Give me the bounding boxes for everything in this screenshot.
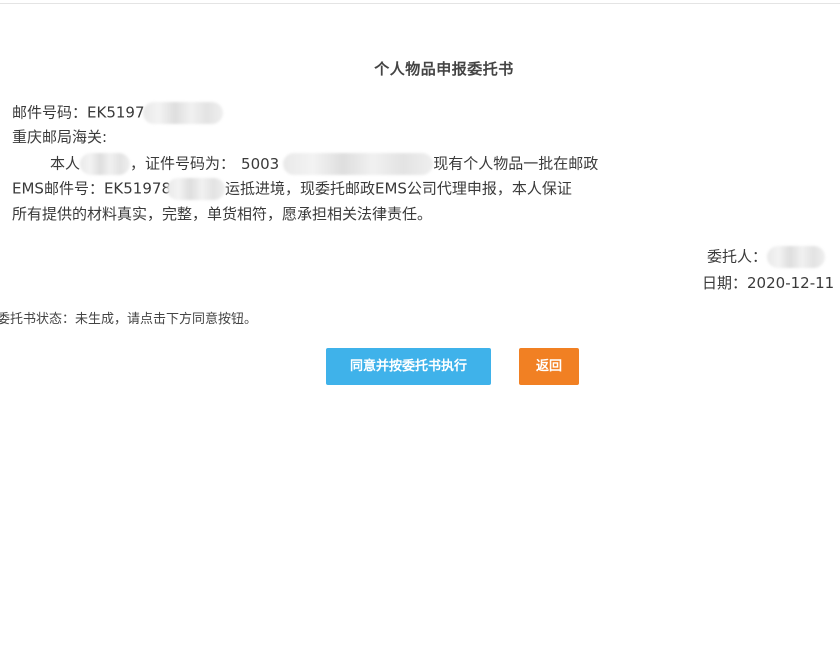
id-number-value: 5003 — [241, 154, 280, 173]
ems-number-label: EMS邮件号： — [12, 179, 104, 198]
redacted-mail-number — [142, 102, 223, 124]
principal-label: 委托人： — [707, 247, 768, 266]
date-value: 2020-12-11 — [747, 274, 835, 292]
page-title: 个人物品申报委托书 — [374, 60, 514, 78]
date-label: 日期： — [702, 274, 748, 292]
body-self-label: 本人 — [50, 154, 81, 173]
body-line-1: 本人 ，证件号码为： 5003 现有个人物品一批在邮政 — [50, 153, 598, 175]
id-label: ，证件号码为： — [130, 154, 236, 173]
mail-number-label: 邮件号码： — [12, 103, 88, 122]
body-line-3: 所有提供的材料真实，完整，单货相符，愿承担相关法律责任。 — [12, 205, 433, 223]
body-line-2-end: 运抵进境，现委托邮政EMS公司代理申报，本人保证 — [224, 179, 572, 198]
agree-button[interactable]: 同意并按委托书执行 — [326, 348, 491, 385]
ems-number-value: EK51978 — [103, 179, 171, 198]
redacted-name — [80, 153, 131, 175]
body-line-2: EMS邮件号：EK51978 运抵进境，现委托邮政EMS公司代理申报，本人保证 — [12, 178, 572, 200]
mail-number-line: 邮件号码：EK5197 — [12, 102, 223, 124]
addressee: 重庆邮局海关: — [12, 128, 108, 146]
date-line: 日期：2020-12-11 — [702, 273, 834, 293]
status-text: 委托书状态：未生成，请点击下方同意按钮。 — [0, 312, 258, 327]
redacted-id-number — [283, 153, 434, 175]
back-button[interactable]: 返回 — [519, 348, 579, 385]
redacted-principal-name — [767, 246, 826, 268]
principal-line: 委托人： — [707, 246, 826, 268]
top-divider — [0, 3, 840, 4]
redacted-ems-number — [166, 178, 225, 200]
mail-number-value: EK5197 — [87, 103, 145, 122]
body-line-1-end: 现有个人物品一批在邮政 — [433, 154, 599, 173]
